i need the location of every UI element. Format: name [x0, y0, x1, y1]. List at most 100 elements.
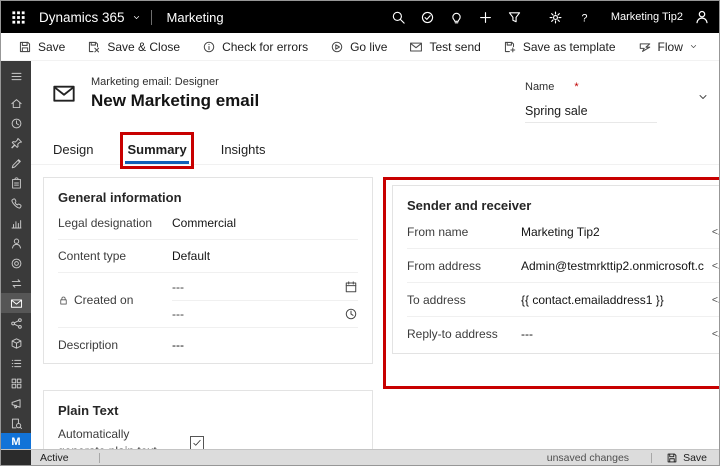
code-icon[interactable]: </>	[712, 260, 719, 272]
mail-icon	[409, 40, 423, 54]
check-icon	[192, 438, 202, 448]
sender-receiver-annotation-box: Sender and receiver From name Marketing …	[383, 177, 719, 389]
lock-icon	[58, 295, 69, 306]
chevron-down-icon	[689, 42, 698, 51]
command-save-close[interactable]: Save & Close	[76, 33, 191, 60]
help-button[interactable]: ?	[570, 1, 599, 33]
brand-menu[interactable]: Dynamics 365	[35, 1, 151, 33]
nav-templates[interactable]	[1, 373, 31, 393]
field-reply-to-address[interactable]: Reply-to address --- </>	[407, 317, 719, 351]
field-label: To address	[407, 293, 521, 307]
calendar-icon[interactable]	[344, 280, 358, 294]
code-icon[interactable]: </>	[712, 226, 719, 238]
nav-segments[interactable]	[1, 253, 31, 273]
save-icon	[666, 452, 678, 464]
field-value: Marketing Tip2	[521, 225, 704, 239]
nav-tasks[interactable]	[1, 173, 31, 193]
svg-text:?: ?	[581, 12, 587, 24]
menu-icon	[10, 70, 23, 83]
nav-pinned[interactable]	[1, 133, 31, 153]
main-area: Marketing email: Designer New Marketing …	[31, 61, 719, 449]
save-label: Save	[683, 452, 707, 464]
statusbar-save-button[interactable]: Save	[666, 452, 707, 464]
filter-button[interactable]	[500, 1, 529, 33]
nav-campaigns[interactable]	[1, 393, 31, 413]
nav-menu[interactable]	[1, 66, 31, 86]
quick-create-icon	[478, 10, 493, 25]
app-name[interactable]: Marketing	[152, 1, 239, 33]
unsaved-changes-text: unsaved changes	[547, 452, 629, 464]
field-description[interactable]: Description ---	[58, 328, 358, 361]
tab-insights[interactable]: Insights	[219, 137, 268, 164]
brand-label: Dynamics 365	[39, 10, 125, 25]
command-save[interactable]: Save	[7, 33, 76, 60]
account-button[interactable]	[687, 1, 717, 33]
nav-recent[interactable]	[1, 113, 31, 133]
task-check-button[interactable]	[413, 1, 442, 33]
nav-calls[interactable]	[1, 193, 31, 213]
user-name[interactable]: Marketing Tip2	[599, 11, 687, 23]
field-content-type[interactable]: Content type Default	[58, 240, 358, 273]
command-test-send[interactable]: Test send	[398, 33, 491, 60]
savetemplate-icon	[503, 40, 517, 54]
nav-home[interactable]	[1, 93, 31, 113]
created-on-date[interactable]: ---	[172, 273, 358, 300]
header-collapse-chevron-icon[interactable]	[697, 91, 709, 103]
command-save-as-template[interactable]: Save as template	[492, 33, 627, 60]
field-value: ---	[172, 338, 358, 352]
list-icon	[10, 357, 23, 370]
field-from-name[interactable]: From name Marketing Tip2 </>	[407, 215, 719, 249]
command-flow[interactable]: Flow	[627, 33, 709, 60]
nav-contacts[interactable]	[1, 233, 31, 253]
divider	[99, 453, 100, 463]
name-field[interactable]: Name * Spring sale	[525, 74, 657, 123]
field-created-on: Created on --- ---	[58, 273, 358, 328]
search-button[interactable]	[384, 1, 413, 33]
nav-marketing-emails[interactable]	[1, 293, 31, 313]
email-record-icon	[49, 81, 79, 106]
record-type-label: Marketing email: Designer	[91, 74, 259, 88]
quick-create-button[interactable]	[471, 1, 500, 33]
insights-bulb-button[interactable]	[442, 1, 471, 33]
nav-notes[interactable]	[1, 153, 31, 173]
grid-icon	[10, 377, 23, 390]
tab-design[interactable]: Design	[51, 137, 95, 164]
command-check-for-errors[interactable]: Check for errors	[191, 33, 319, 60]
nav-dashboards[interactable]	[1, 213, 31, 233]
field-legal-designation[interactable]: Legal designation Commercial	[58, 207, 358, 240]
command-go-live[interactable]: Go live	[319, 33, 398, 60]
nav-lists[interactable]	[1, 353, 31, 373]
app-launcher-button[interactable]	[1, 1, 35, 33]
section-title-general-information: General information	[58, 186, 358, 207]
tab-summary[interactable]: Summary	[125, 137, 188, 164]
nav-interactions[interactable]	[1, 273, 31, 293]
field-to-address[interactable]: To address {{ contact.emailaddress1 }} <…	[407, 283, 719, 317]
field-label: Legal designation	[58, 216, 172, 230]
chart-icon	[10, 217, 23, 230]
command-label: Go live	[350, 40, 387, 54]
status-bar: Active unsaved changes Save	[1, 449, 719, 465]
megaphone-icon	[10, 397, 23, 410]
field-from-address[interactable]: From address Admin@testmrkttip2.onmicros…	[407, 249, 719, 283]
code-icon[interactable]: </>	[712, 294, 719, 306]
plain-text-checkbox[interactable]	[190, 436, 204, 449]
clock-icon[interactable]	[344, 307, 358, 321]
command-label: Test send	[429, 40, 480, 54]
tasks-icon	[10, 177, 23, 190]
required-marker: *	[574, 81, 578, 93]
name-field-label: Name	[525, 81, 554, 93]
code-icon[interactable]: </>	[712, 328, 719, 340]
waffle-icon	[11, 10, 26, 25]
nav-customer-journeys[interactable]	[1, 313, 31, 333]
name-field-value[interactable]: Spring sale	[525, 104, 657, 123]
tab-bar: Design Summary Insights	[31, 133, 719, 165]
command-label: Save as template	[523, 40, 616, 54]
created-on-time[interactable]: ---	[172, 300, 358, 327]
nav-audit[interactable]	[1, 413, 31, 433]
field-value: Admin@testmrkttip2.onmicrosoft.c	[521, 259, 704, 273]
app-window: Dynamics 365 Marketing ? Marketing Tip2 …	[0, 0, 720, 466]
help-icon: ?	[577, 10, 592, 25]
field-value: {{ contact.emailaddress1 }}	[521, 293, 704, 307]
nav-products[interactable]	[1, 333, 31, 353]
settings-button[interactable]	[541, 1, 570, 33]
